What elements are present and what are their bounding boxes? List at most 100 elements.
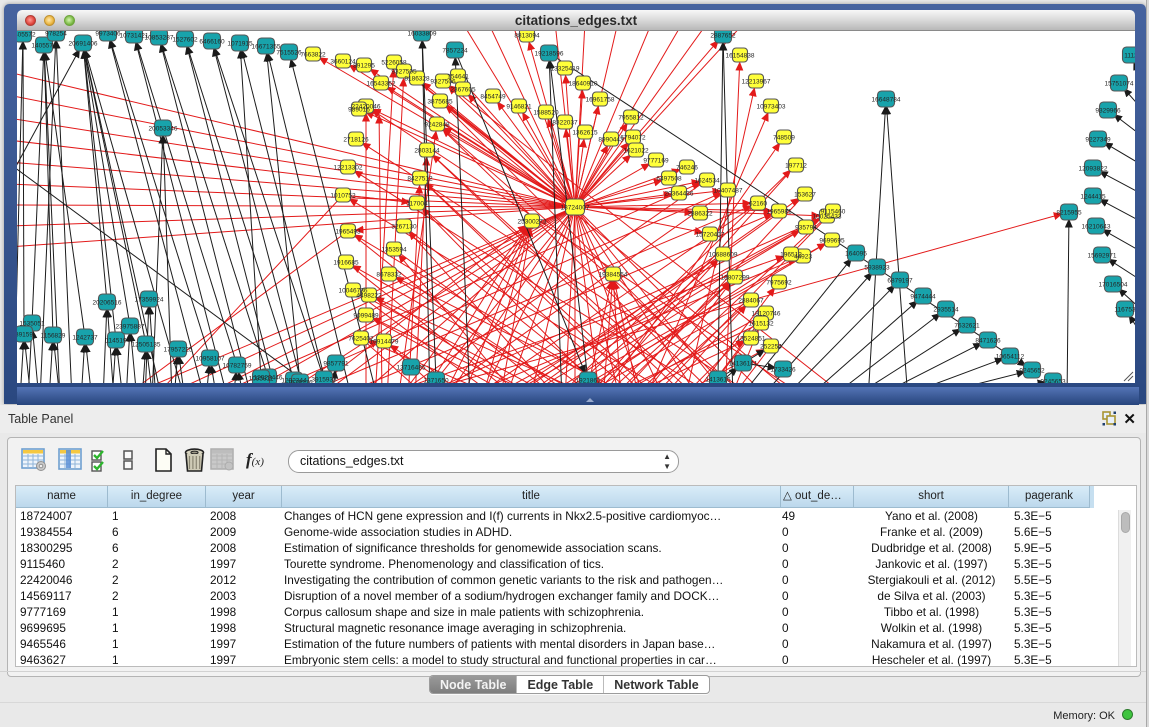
svg-text:8678332: 8678332: [376, 271, 402, 278]
svg-text:17016504: 17016504: [1099, 281, 1128, 288]
svg-text:9973406: 9973406: [95, 31, 121, 37]
svg-text:748509: 748509: [773, 134, 795, 141]
svg-text:116753: 116753: [1114, 306, 1135, 313]
svg-text:8215955: 8215955: [1056, 209, 1082, 216]
svg-text:16914479: 16914479: [370, 338, 399, 345]
svg-text:1244415: 1244415: [1080, 193, 1106, 200]
svg-text:25300273: 25300273: [518, 218, 547, 225]
svg-text:13524851: 13524851: [737, 335, 766, 342]
svg-text:1353594: 1353594: [381, 246, 407, 253]
svg-text:1413615: 1413615: [705, 376, 731, 383]
svg-text:7975692: 7975692: [766, 279, 792, 286]
svg-text:1071915: 1071915: [227, 40, 253, 47]
svg-text:12093822: 12093822: [1079, 165, 1108, 172]
svg-text:2367605: 2367605: [450, 86, 476, 93]
svg-text:891295: 891295: [353, 62, 375, 69]
svg-text:1242737: 1242737: [72, 334, 98, 341]
svg-text:7632621: 7632621: [954, 322, 980, 329]
svg-text:1588520: 1588520: [533, 109, 559, 116]
svg-text:6497508: 6497508: [656, 175, 682, 182]
svg-text:1921861: 1921861: [575, 377, 601, 383]
svg-text:8471626: 8471626: [975, 337, 1001, 344]
svg-text:3875685: 3875685: [427, 98, 453, 105]
svg-text:10958107: 10958107: [196, 355, 225, 362]
svg-text:935794: 935794: [795, 224, 817, 231]
svg-text:1621022: 1621022: [623, 147, 649, 154]
svg-text:196512: 196512: [780, 251, 802, 258]
svg-text:18120746: 18120746: [752, 310, 781, 317]
svg-text:1527602: 1527602: [172, 36, 198, 43]
svg-text:2884067: 2884067: [738, 297, 764, 304]
svg-text:1405571: 1405571: [31, 42, 57, 49]
svg-text:19218596: 19218596: [535, 50, 564, 57]
svg-text:19384554: 19384554: [599, 271, 628, 278]
svg-text:20364436: 20364436: [665, 190, 694, 197]
svg-text:9327505: 9327505: [391, 68, 417, 75]
svg-text:16543362: 16543362: [367, 80, 396, 87]
svg-text:20691406: 20691406: [69, 40, 98, 47]
svg-text:1916685: 1916685: [333, 259, 359, 266]
svg-text:2887652: 2887652: [710, 32, 736, 39]
svg-text:2803144: 2803144: [414, 147, 440, 154]
svg-text:13325419: 13325419: [551, 65, 580, 72]
svg-text:10973403: 10973403: [757, 103, 786, 110]
svg-text:9245653: 9245653: [1040, 378, 1066, 383]
svg-text:8186328: 8186328: [404, 75, 430, 82]
svg-text:18724007: 18724007: [561, 204, 590, 211]
svg-text:10654112: 10654112: [996, 353, 1025, 360]
svg-text:15751074: 15751074: [1105, 80, 1134, 87]
svg-text:12505135: 12505135: [132, 341, 161, 348]
svg-text:16961758: 16961758: [586, 96, 615, 103]
svg-text:16648784: 16648784: [872, 96, 901, 103]
svg-text:1095811: 1095811: [249, 375, 274, 382]
svg-text:12213302: 12213302: [334, 164, 363, 171]
svg-text:3267130: 3267130: [391, 223, 417, 230]
svg-text:9146821: 9146821: [506, 103, 532, 110]
svg-text:5938923: 5938923: [864, 264, 890, 271]
svg-text:6879197: 6879197: [887, 277, 913, 284]
svg-text:1615132: 1615132: [748, 320, 774, 327]
svg-text:1965493: 1965493: [335, 228, 361, 235]
svg-text:7955812: 7955812: [618, 114, 644, 121]
svg-text:4498222: 4498222: [356, 292, 382, 299]
svg-text:8813094: 8813094: [514, 32, 540, 39]
svg-text:5226058: 5226058: [381, 59, 407, 66]
svg-text:12213967: 12213967: [742, 78, 771, 85]
svg-text:8454749: 8454749: [480, 93, 506, 100]
svg-text:9099489: 9099489: [353, 312, 379, 319]
svg-text:1405572: 1405572: [17, 31, 36, 38]
svg-text:16210643: 16210643: [1082, 223, 1111, 230]
svg-text:197712: 197712: [785, 162, 807, 169]
svg-text:164095: 164095: [845, 250, 867, 257]
svg-text:9245652: 9245652: [1019, 367, 1045, 374]
svg-text:18640910: 18640910: [569, 80, 598, 87]
svg-text:746246: 746246: [676, 164, 698, 171]
svg-text:989016: 989016: [348, 106, 370, 113]
svg-text:1010752: 1010752: [330, 192, 356, 199]
svg-text:9474444: 9474444: [910, 293, 936, 300]
svg-text:10853287: 10853287: [145, 34, 174, 41]
svg-text:17359924: 17359924: [135, 296, 164, 303]
svg-text:9242848: 9242848: [424, 121, 450, 128]
svg-text:39159: 39159: [17, 331, 33, 338]
svg-text:18807299: 18807299: [721, 274, 750, 281]
svg-text:154641: 154641: [447, 73, 469, 80]
svg-text:1535051: 1535051: [19, 320, 45, 327]
svg-text:2935514: 2935514: [933, 306, 959, 313]
svg-text:117004: 117004: [406, 200, 428, 207]
svg-text:6794072: 6794072: [620, 134, 646, 141]
svg-text:7857224: 7857224: [442, 47, 468, 54]
svg-text:9329966: 9329966: [1095, 107, 1121, 114]
svg-text:2886322: 2886322: [687, 210, 713, 217]
svg-text:1362615: 1362615: [572, 129, 598, 136]
svg-text:16154838: 16154838: [726, 52, 755, 59]
svg-text:9857791: 9857791: [323, 360, 349, 367]
svg-text:62160: 62160: [749, 200, 767, 207]
svg-text:8427512: 8427512: [407, 175, 433, 182]
svg-text:15720407: 15720407: [696, 231, 725, 238]
svg-text:7663822: 7663822: [300, 51, 326, 58]
svg-text:9227349: 9227349: [1085, 136, 1111, 143]
svg-text:20053346: 20053346: [149, 125, 178, 132]
svg-text:1965981: 1965981: [766, 208, 792, 215]
svg-text:10688609: 10688609: [709, 251, 738, 258]
